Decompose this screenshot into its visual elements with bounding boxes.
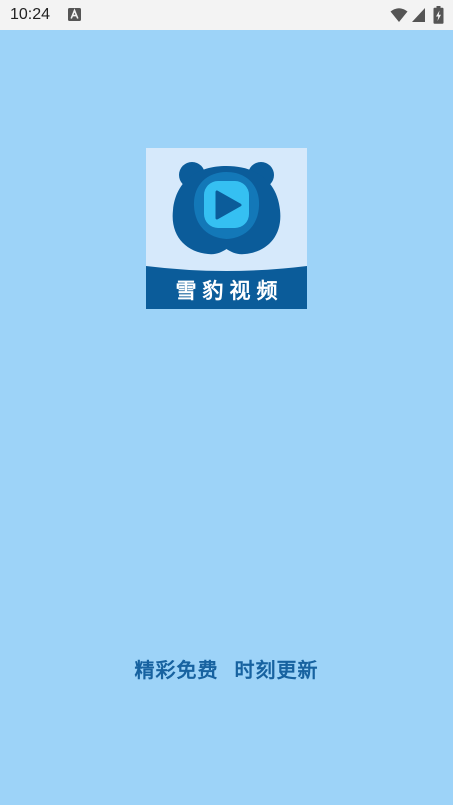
battery-icon <box>433 6 444 24</box>
app-name: 雪豹视频 <box>175 278 284 303</box>
status-time: 10:24 <box>10 6 51 23</box>
a-icon <box>68 8 81 21</box>
signal-icon <box>412 8 425 22</box>
app-logo: 雪豹视频 <box>146 148 307 309</box>
status-bar: 10:24 <box>0 0 453 30</box>
splash-screen: 雪豹视频 精彩免费 时刻更新 <box>0 30 453 805</box>
slogan: 精彩免费 时刻更新 <box>134 658 319 682</box>
wifi-icon <box>390 8 408 22</box>
